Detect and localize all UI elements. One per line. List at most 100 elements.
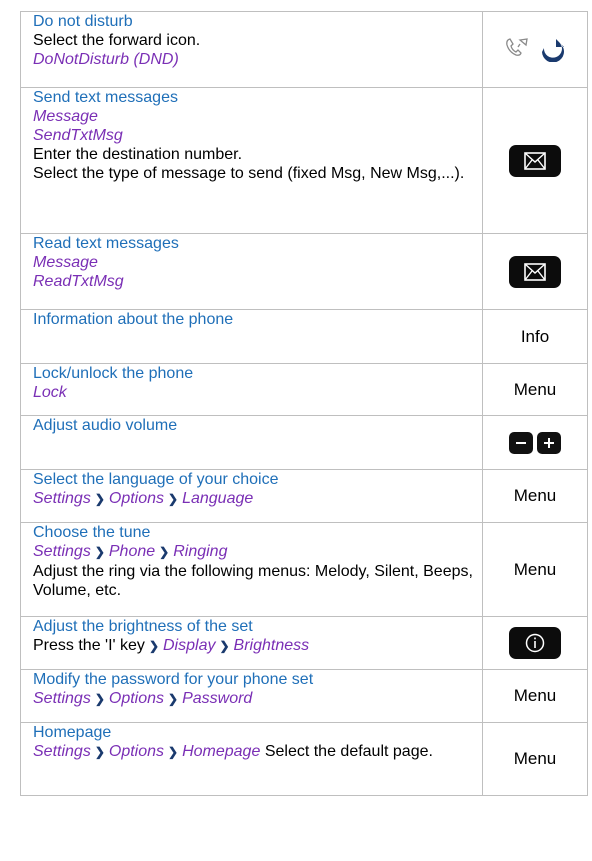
description-cell: Do not disturb Select the forward icon. … [20,11,483,88]
key-cell: Menu [482,722,588,796]
instruction-line: Press the 'I' key ❯ Display ❯ Brightness [33,636,482,656]
description-cell: Choose the tune Settings ❯ Phone ❯ Ringing A… [20,522,483,617]
chevron-right-icon: ❯ [159,545,170,559]
description-cell: Adjust audio volume [20,415,483,470]
minus-icon [516,441,526,444]
table-row: Do not disturb Select the forward icon. … [20,11,588,88]
chevron-right-icon: ❯ [219,639,230,653]
row-title: Send text messages [33,89,178,106]
description-cell: Homepage Settings ❯ Options ❯ Homepage Selec… [20,722,483,796]
key-cell [482,87,588,234]
volume-down-button[interactable] [509,431,533,454]
path-step: Options [108,743,165,760]
menu-key-label[interactable]: Menu [514,380,557,399]
chevron-right-icon: ❯ [168,492,179,506]
instruction-text: Select the forward icon. [33,32,201,49]
path-step: Language [182,490,254,507]
key-cell: Info [482,309,588,364]
plus-icon [544,437,554,448]
menu-path: Settings ❯ Options ❯ Language [33,489,482,509]
description-cell: Information about the phone [20,309,483,364]
key-cell [482,616,588,670]
description-cell: Modify the password for your phone set S… [20,669,483,723]
chevron-right-icon: ❯ [94,692,105,706]
table-row: Homepage Settings ❯ Options ❯ Homepage Selec… [20,722,588,796]
message-key[interactable] [509,255,561,288]
key-cell: Menu [482,363,588,416]
path-step: Phone [108,543,156,560]
key-cell: Menu [482,522,588,617]
menu-key-label[interactable]: Menu [514,486,557,505]
message-key[interactable] [509,144,561,177]
path-step: Display [163,637,216,654]
menu-path: Settings ❯ Phone ❯ Ringing [33,542,482,562]
chevron-right-icon: ❯ [168,745,179,759]
path-step: Ringing [173,543,228,560]
info-key-label[interactable]: Info [521,327,549,346]
chevron-right-icon: ❯ [94,745,105,759]
row-title: Lock/unlock the phone [33,365,194,382]
info-key[interactable] [509,627,561,659]
row-title: Information about the phone [33,311,234,328]
info-key-icon [525,633,545,653]
volume-up-button[interactable] [537,431,561,454]
description-cell: Adjust the brightness of the set Press t… [20,616,483,670]
key-cell [482,11,588,88]
row-title: Adjust audio volume [33,417,178,434]
envelope-icon [524,151,546,170]
key-cell: Menu [482,469,588,523]
path-step: Settings [33,690,91,707]
path-step: Brightness [233,637,310,654]
table-row: Send text messages Message SendTxtMsg En… [20,87,588,234]
instruction-text: Press the 'I' key [33,637,145,654]
key-cell [482,233,588,310]
table-row: Modify the password for your phone set S… [20,669,588,723]
description-cell: Lock/unlock the phone Lock [20,363,483,416]
volume-keys [507,431,563,454]
row-title: Modify the password for your phone set [33,671,314,688]
path-step: Password [182,690,253,707]
path-step: Settings [33,543,91,560]
instruction-line: Settings ❯ Options ❯ Homepage Select the def… [33,742,482,762]
forward-icon [506,38,564,63]
path-step: Options [108,490,165,507]
path-step: Homepage [182,743,261,760]
chevron-right-icon: ❯ [148,639,159,653]
path-step: Options [108,690,165,707]
table-row: Select the language of your choice Setti… [20,469,588,523]
menu-key-label[interactable]: Menu [514,560,557,579]
table-row: Information about the phone Info [20,309,588,364]
menu-path: Lock [33,384,67,401]
row-title: Homepage [33,724,112,741]
key-cell: Menu [482,669,588,723]
menu-path: SendTxtMsg [33,127,123,144]
chevron-right-icon: ❯ [94,492,105,506]
instruction-text: Enter the destination number. [33,146,243,163]
row-title: Choose the tune [33,524,151,541]
path-step: Settings [33,743,91,760]
description-cell: Select the language of your choice Setti… [20,469,483,523]
table-row: Read text messages Message ReadTxtMsg [20,233,588,310]
row-title: Do not disturb [33,13,133,30]
table-row: Adjust audio volume [20,415,588,470]
menu-path: Message [33,108,98,125]
row-title: Select the language of your choice [33,471,279,488]
menu-path: Settings ❯ Options ❯ Password [33,689,482,709]
menu-key-label[interactable]: Menu [514,686,557,705]
chevron-right-icon: ❯ [168,692,179,706]
path-step: Settings [33,490,91,507]
instruction-text: Select the default page. [264,743,433,760]
menu-path: ReadTxtMsg [33,273,124,290]
envelope-icon [524,262,546,281]
key-cell [482,415,588,470]
row-title: Read text messages [33,235,179,252]
chevron-right-icon: ❯ [94,545,105,559]
instruction-text: Adjust the ring via the following menus:… [33,563,473,599]
row-title: Adjust the brightness of the set [33,618,253,635]
menu-path: DoNotDisturb (DND) [33,51,179,68]
feature-table: Do not disturb Select the forward icon. … [20,11,588,796]
menu-path: Message [33,254,98,271]
description-cell: Send text messages Message SendTxtMsg En… [20,87,483,234]
menu-key-label[interactable]: Menu [514,749,557,768]
table-row: Lock/unlock the phone Lock Menu [20,363,588,416]
